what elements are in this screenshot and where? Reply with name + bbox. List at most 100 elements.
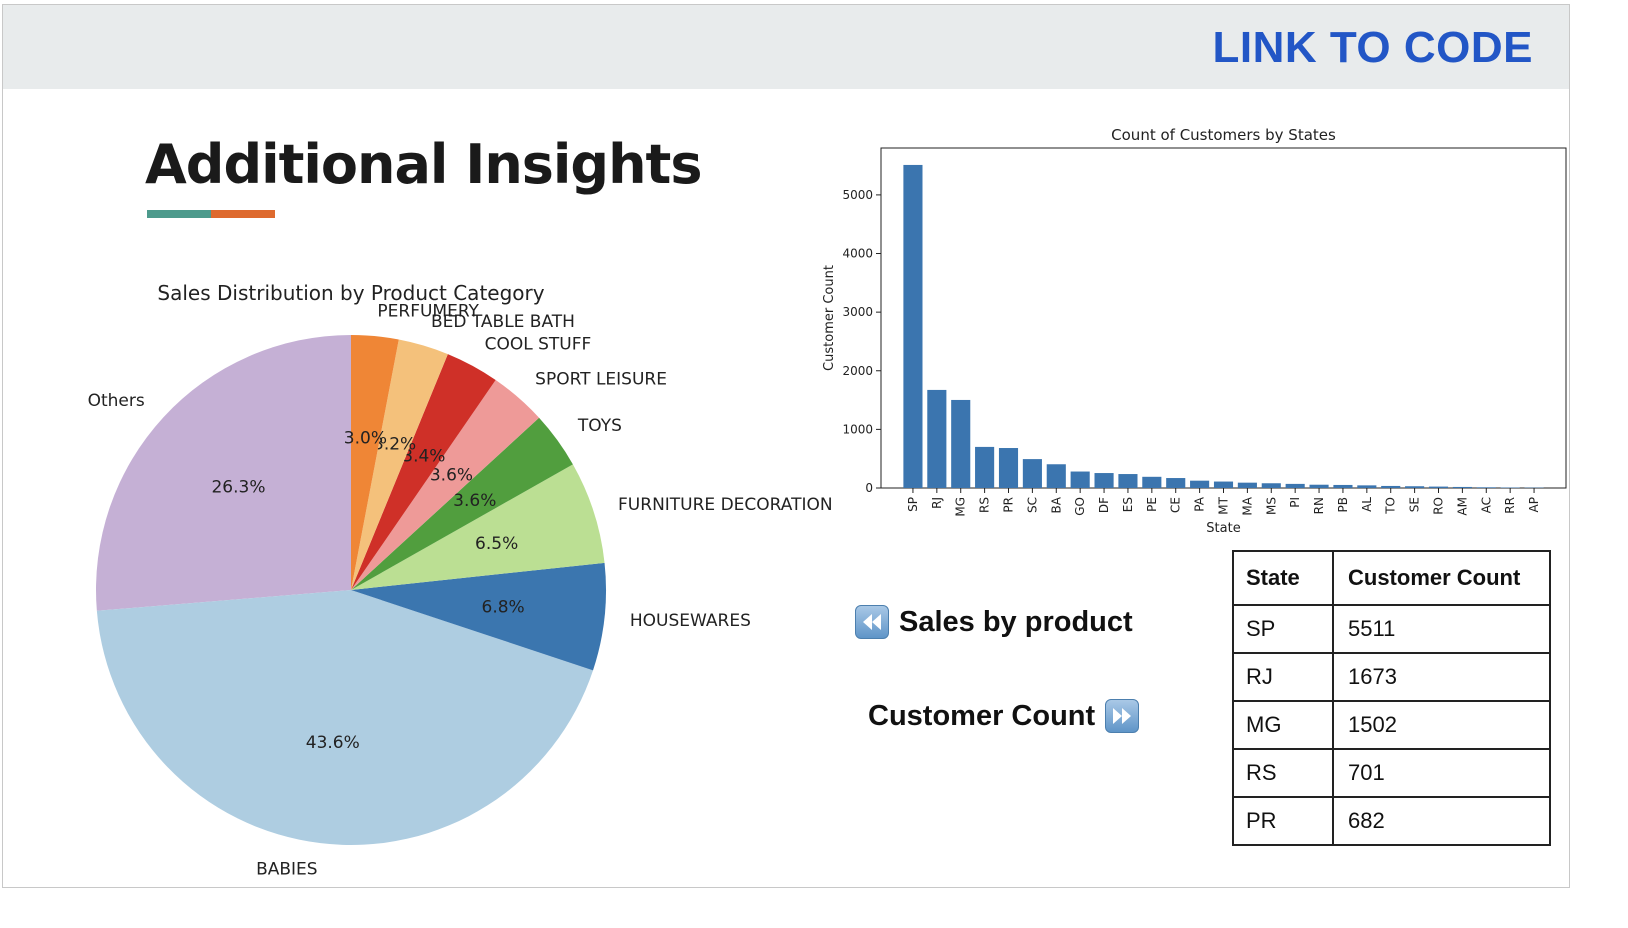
customer-count-label: Customer Count [868,699,1096,732]
table-cell-count: 5511 [1332,604,1551,654]
x-tick-label: MG [954,497,968,517]
sales-by-product-label: Sales by product [899,605,1133,638]
y-tick-label: 3000 [842,305,873,319]
x-tick-label: MT [1217,496,1231,514]
bar-title: Count of Customers by States [1111,126,1336,144]
x-tick-label: DF [1097,497,1111,513]
bar [1237,482,1257,488]
x-tick-label: AL [1360,497,1374,512]
bar [951,399,971,488]
pie-slice [96,335,352,611]
bar [1309,484,1329,488]
pie-category-label: BABIES [256,860,318,875]
x-tick-label: MS [1264,497,1278,515]
bar [1405,486,1425,488]
bar [1118,474,1138,488]
top-bar: LINK TO CODE [3,5,1569,89]
y-axis-label: Customer Count [822,265,837,371]
x-tick-label: PR [1002,497,1016,513]
title-accent-bar [147,210,211,218]
bar [1070,471,1090,488]
x-tick-label: PE [1145,497,1159,512]
table-cell-state: RJ [1232,652,1334,702]
bar [1166,478,1186,488]
sales-by-product-link[interactable]: Sales by product [855,605,1133,639]
table-row: RS 701 [1232,748,1551,798]
bar [1022,459,1042,488]
state-customer-table: State Customer Count SP 5511 RJ 1673 MG … [1232,550,1551,846]
page-title: Additional Insights [145,133,702,196]
x-tick-label: PI [1288,497,1302,508]
x-tick-label: PA [1193,496,1207,511]
pie-category-label: COOL STUFF [485,334,592,354]
bar [1261,483,1281,488]
x-tick-label: RO [1432,497,1446,515]
bar [1381,485,1401,488]
table-cell-state: SP [1232,604,1334,654]
fast-forward-icon [1105,699,1140,733]
pie-category-label: FURNITURE DECORATION [618,495,833,515]
x-tick-label: AM [1455,497,1469,516]
x-tick-label: GO [1073,497,1087,516]
pie-pct-label: 3.6% [453,491,496,511]
bar-chart: Count of Customers by States 0 1000 2000 300… [822,126,1567,536]
table-row: PR 682 [1232,796,1551,846]
x-tick-label: RN [1312,497,1326,514]
bar [975,446,995,488]
link-to-code[interactable]: LINK TO CODE [1212,23,1533,73]
y-tick-label: 0 [865,481,873,495]
y-tick-label: 5000 [842,188,873,202]
plot-frame [880,147,1567,489]
bar [1285,483,1305,488]
pie-pct-label: 3.0% [344,429,387,449]
x-tick-label: TO [1384,497,1398,515]
bar [1142,476,1162,488]
x-tick-label: PB [1336,497,1350,512]
table-cell-state: RS [1232,748,1334,798]
x-tick-label: RR [1503,497,1517,514]
bar [1476,487,1496,488]
table-row: MG 1502 [1232,700,1551,750]
pie-chart: Sales Distribution by Product Category 26… [88,281,833,875]
rewind-icon [855,605,889,639]
x-axis-label: State [1206,521,1240,536]
table-cell-count: 1673 [1332,652,1551,702]
table-cell-state: PR [1232,796,1334,846]
x-tick-label: SC [1025,497,1039,513]
pie-pct-label: 3.6% [430,466,473,486]
bar [1094,473,1114,488]
bar [1357,485,1377,488]
pie-category-label: SPORT LEISURE [535,369,667,389]
customer-count-link[interactable]: Customer Count [868,699,1140,733]
pie-category-label: PERFUMERY [377,302,479,322]
bar [1452,486,1472,488]
x-tick-label: SE [1408,497,1422,512]
pie-pct-label: 6.8% [482,597,525,617]
x-tick-label: AC [1479,497,1493,513]
table-row: RJ 1673 [1232,652,1551,702]
x-tick-label: CE [1169,497,1183,513]
table-cell-count: 682 [1332,796,1551,846]
y-tick-label: 2000 [842,364,873,378]
x-tick-label: SP [906,497,920,512]
bar [998,448,1019,488]
y-tick-label: 4000 [842,247,873,261]
pie-category-label: HOUSEWARES [630,611,751,631]
bar [1333,484,1353,488]
bar [927,389,947,488]
pie-pct-label: 26.3% [211,477,265,497]
table-header-row: State Customer Count [1232,550,1551,606]
table-cell-state: MG [1232,700,1334,750]
table-header-customer-count: Customer Count [1332,550,1551,606]
pie-pct-label: 6.5% [475,534,518,554]
x-tick-label: AP [1527,497,1541,512]
table-header-state: State [1232,550,1334,606]
pie-category-label: TOYS [577,416,622,436]
pie-title: Sales Distribution by Product Category [157,281,544,305]
x-tick-label: ES [1121,497,1135,512]
x-tick-label: RJ [930,497,944,509]
bar [1213,481,1234,488]
slide: LINK TO CODE Additional Insights Sales D… [2,4,1570,888]
bar [1046,464,1066,488]
y-tick-label: 1000 [842,422,873,436]
